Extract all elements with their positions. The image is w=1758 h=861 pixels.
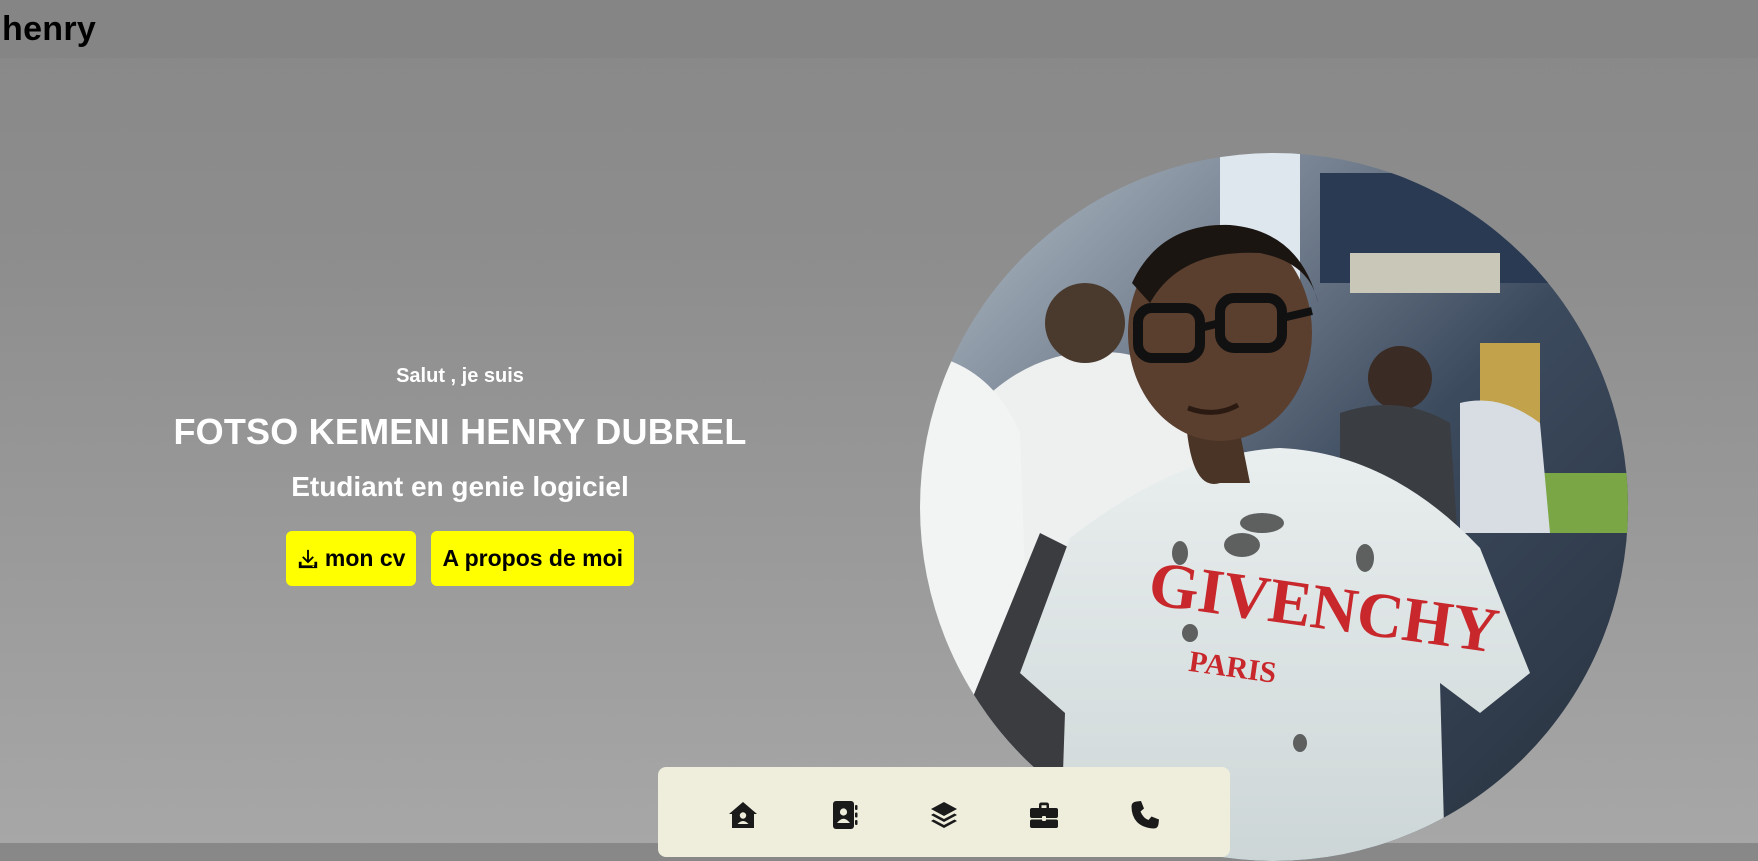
contact-book-icon bbox=[832, 801, 858, 829]
dock-services-button[interactable] bbox=[922, 793, 966, 837]
dock-portfolio-button[interactable] bbox=[1022, 793, 1066, 837]
home-icon bbox=[729, 802, 758, 828]
hero-section: Salut , je suis FOTSO KEMENI HENRY DUBRE… bbox=[150, 360, 770, 586]
hero-buttons: mon cv A propos de moi bbox=[150, 531, 770, 586]
cv-download-button[interactable]: mon cv bbox=[285, 531, 417, 586]
profile-photo-illustration: GIVENCHY PARIS bbox=[920, 153, 1628, 861]
profile-photo: GIVENCHY PARIS bbox=[920, 153, 1628, 861]
about-me-button[interactable]: A propos de moi bbox=[431, 531, 635, 586]
brand-logo[interactable]: henry bbox=[2, 10, 96, 49]
dock-home-button[interactable] bbox=[721, 793, 765, 837]
hero-name: FOTSO KEMENI HENRY DUBREL bbox=[173, 411, 747, 452]
phone-icon bbox=[1131, 801, 1159, 829]
cv-button-label: mon cv bbox=[324, 545, 406, 571]
hero-greeting: Salut , je suis bbox=[396, 365, 524, 387]
dock-about-button[interactable] bbox=[822, 793, 866, 837]
download-icon bbox=[298, 549, 318, 568]
briefcase-icon bbox=[1030, 802, 1059, 828]
bottom-dock-nav bbox=[658, 767, 1230, 857]
about-button-label: A propos de moi bbox=[442, 545, 624, 571]
dock-contact-button[interactable] bbox=[1123, 793, 1167, 837]
layers-icon bbox=[930, 802, 957, 828]
hero-role: Etudiant en genie logiciel bbox=[291, 471, 629, 502]
top-navbar: henry bbox=[0, 0, 1758, 58]
